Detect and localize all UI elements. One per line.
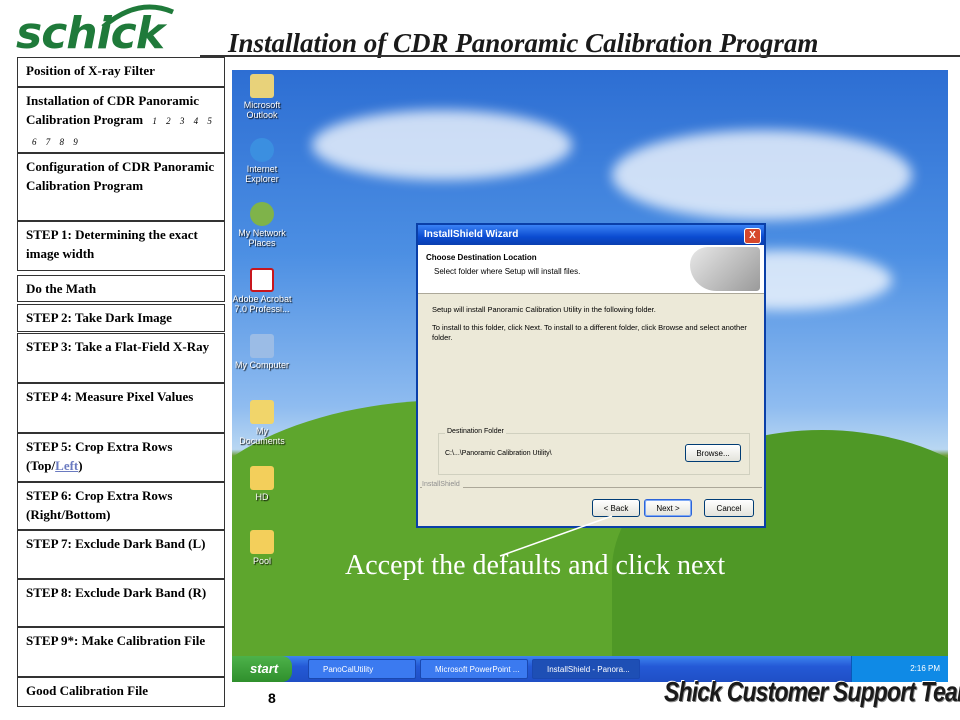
desktop-icon-network[interactable]: My Network Places [232,202,292,248]
nav-item-step1[interactable]: STEP 1: Determining the exact image widt… [17,221,225,271]
desktop-icon-label: My Documents [239,426,285,446]
nav-item-label: Do the Math [26,281,97,296]
nav-item-step4[interactable]: STEP 4: Measure Pixel Values [17,383,225,433]
schick-logo: schick [8,2,208,59]
nav-item-label: STEP 5: Crop Extra Rows (Top/ [26,439,173,473]
desktop-icon-pool[interactable]: Pool [232,530,292,566]
nav-item-label: Installation of CDR Panoramic Calibratio… [26,93,199,127]
sub-link-9[interactable]: 9 [73,137,78,147]
desktop-icon-my-computer[interactable]: My Computer [232,334,292,370]
start-button[interactable]: start [232,656,292,682]
nav-item-label: STEP 7: Exclude Dark Band (L) [26,536,206,551]
nav-item-step8[interactable]: STEP 8: Exclude Dark Band (R) [17,579,225,627]
dialog-text: Setup will install Panoramic Calibration… [432,305,656,314]
nav-item-step7[interactable]: STEP 7: Exclude Dark Band (L) [17,530,225,579]
dialog-titlebar[interactable]: InstallShield Wizard [418,225,764,245]
taskbar-item-label: PanoCalUtility [323,665,374,674]
desktop-icon-label: HD [255,492,269,502]
desktop-icon-label: Pool [252,556,271,566]
nav-item-label: STEP 4: Measure Pixel Values [26,389,194,404]
sub-link-4[interactable]: 4 [194,116,199,126]
nav-item-label-suffix: ) [78,458,83,473]
desktop-icon-outlook[interactable]: Microsoft Outlook [232,74,292,120]
dialog-text: To install to this folder, click Next. T… [432,323,747,342]
dialog-title: InstallShield Wizard [424,229,519,240]
back-button[interactable]: < Back [592,499,640,517]
title-divider [200,55,960,57]
nav-item-do-the-math[interactable]: Do the Math [17,275,225,302]
dialog-subheading: Select folder where Setup will install f… [434,267,581,276]
installshield-graphic-icon [690,247,760,291]
ie-icon [250,138,274,162]
nav-item-step2[interactable]: STEP 2: Take Dark Image [17,304,225,332]
installshield-dialog: InstallShield Wizard X Choose Destinatio… [416,223,766,528]
desktop-icon-my-documents[interactable]: My Documents [232,400,292,446]
next-button[interactable]: Next > [644,499,692,517]
nav-item-good-calibration[interactable]: Good Calibration File [17,677,225,707]
nav-item-label: STEP 2: Take Dark Image [26,310,172,325]
nav-item-label: Good Calibration File [26,683,149,698]
desktop-icon-label: My Computer [234,360,289,370]
dialog-heading: Choose Destination Location [426,253,537,262]
nav-item-installation[interactable]: Installation of CDR Panoramic Calibratio… [17,87,225,153]
sub-link-2[interactable]: 2 [166,116,171,126]
callout-text: Accept the defaults and click next [345,550,726,581]
nav-item-label: STEP 6: Crop Extra Rows (Right/Bottom) [26,488,173,522]
outlook-icon [250,74,274,98]
left-link[interactable]: Left [55,458,78,473]
page-number: 8 [268,690,276,706]
network-icon [250,202,274,226]
desktop-icon-label: Adobe Acrobat 7.0 Professi... [232,294,292,314]
sub-link-6[interactable]: 6 [32,137,37,147]
nav-item-step9[interactable]: STEP 9*: Make Calibration File [17,627,225,677]
destination-legend: Destination Folder [445,428,506,435]
nav-item-label: Configuration of CDR Panoramic Calibrati… [26,159,215,193]
destination-path: C:\...\Panoramic Calibration Utility\ [445,450,552,457]
dialog-body: Setup will install Panoramic Calibration… [432,305,752,351]
desktop-icon-acrobat[interactable]: Adobe Acrobat 7.0 Professi... [232,268,292,314]
sub-link-1[interactable]: 1 [152,116,157,126]
installshield-footer: InstallShield [422,481,463,488]
nav-item-label: Position of X-ray Filter [26,63,155,78]
close-icon[interactable]: X [744,228,761,244]
taskbar-item-label: Microsoft PowerPoint ... [435,665,520,674]
nav-item-step3[interactable]: STEP 3: Take a Flat-Field X-Ray [17,333,225,383]
nav-item-label: STEP 3: Take a Flat-Field X-Ray [26,339,210,354]
folder-icon [250,466,274,490]
taskbar-item-powerpoint[interactable]: Microsoft PowerPoint ... [420,659,528,679]
desktop-icon-label: My Network Places [238,228,286,248]
documents-icon [250,400,274,424]
desktop-icon-ie[interactable]: Internet Explorer [232,138,292,184]
sub-link-8[interactable]: 8 [60,137,65,147]
nav-item-step6[interactable]: STEP 6: Crop Extra Rows (Right/Bottom) [17,482,225,530]
desktop-screenshot: Microsoft Outlook Internet Explorer My N… [232,70,948,682]
desktop-icon-label: Internet Explorer [245,164,279,184]
nav-item-xray-filter[interactable]: Position of X-ray Filter [17,57,225,87]
folder-icon [250,530,274,554]
sub-link-7[interactable]: 7 [46,137,51,147]
nav-item-step5[interactable]: STEP 5: Crop Extra Rows (Top/Left) [17,433,225,482]
cancel-button[interactable]: Cancel [704,499,754,517]
support-team-logo: Shick Customer Support Team [664,676,960,707]
logo-text: schick [16,8,165,59]
dialog-header: Choose Destination Location Select folde… [418,245,764,294]
nav-item-label: STEP 1: Determining the exact image widt… [26,227,198,261]
nav-item-label: STEP 9*: Make Calibration File [26,633,206,648]
nav-item-label: STEP 8: Exclude Dark Band (R) [26,585,207,600]
sub-link-5[interactable]: 5 [207,116,212,126]
sub-link-3[interactable]: 3 [180,116,185,126]
taskbar-item-panocalutility[interactable]: PanoCalUtility [308,659,416,679]
computer-icon [250,334,274,358]
acrobat-icon [250,268,274,292]
cloud [312,110,572,180]
nav-item-configuration[interactable]: Configuration of CDR Panoramic Calibrati… [17,153,225,221]
taskbar-item-installshield[interactable]: InstallShield - Panora... [532,659,640,679]
cloud [612,130,912,220]
desktop-icon-hd[interactable]: HD [232,466,292,502]
footer-divider [420,487,762,488]
browse-button[interactable]: Browse... [685,444,741,462]
taskbar-item-label: InstallShield - Panora... [547,665,630,674]
desktop-icon-label: Microsoft Outlook [243,100,281,120]
destination-folder-group: Destination Folder C:\...\Panoramic Cali… [438,428,750,475]
